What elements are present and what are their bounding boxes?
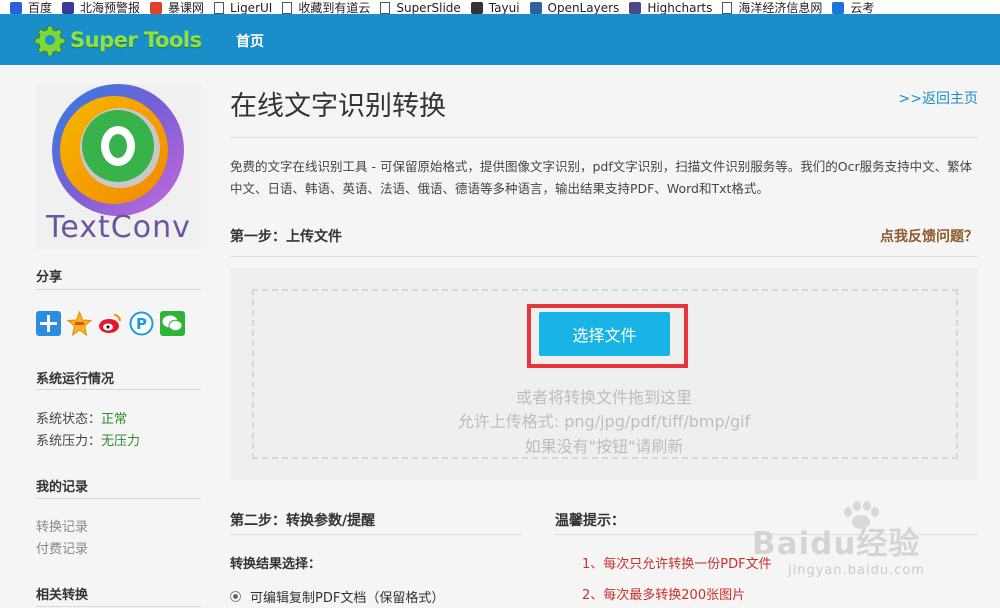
tip-item: 1、每次只允许转换一份PDF文件 — [582, 557, 772, 572]
status-title: 系统运行情况 — [36, 372, 115, 387]
site-header: Super Tools 首页 — [0, 14, 1000, 65]
bookmark-label: SuperSlide — [396, 1, 461, 14]
divider — [36, 289, 201, 290]
radio-selected[interactable] — [230, 591, 241, 602]
page-title: 在线文字识别转换 — [230, 91, 446, 122]
step2-title: 第二步：转换参数/提醒 — [230, 513, 376, 529]
bookmark-item[interactable]: 收藏到有道云 — [282, 0, 370, 14]
bookmark-item[interactable]: Tayui — [470, 0, 520, 14]
bookmark-label: Tayui — [488, 1, 520, 14]
chart-icon — [629, 2, 642, 14]
bookmark-label: Highcharts — [647, 1, 713, 14]
bookmark-item[interactable]: OpenLayers — [529, 0, 620, 14]
option-label: 可编辑复制PDF文档（保留格式） — [250, 591, 445, 606]
drag-hint: 或者将转换文件拖到这里 — [515, 388, 692, 407]
wechat-icon[interactable] — [160, 311, 185, 336]
system-load: 系统压力：无压力 — [36, 430, 140, 449]
format-hint: 允许上传格式: png/jpg/pdf/tiff/bmp/gif — [457, 412, 751, 431]
divider — [36, 498, 201, 499]
back-home-link[interactable]: >>返回主页 — [899, 88, 978, 108]
page-icon — [282, 2, 293, 14]
flame-icon — [150, 2, 163, 14]
divider — [230, 256, 978, 257]
bookmark-label: 暴课网 — [168, 1, 205, 14]
upload-dropzone[interactable]: 选择文件 或者将转换文件拖到这里 允许上传格式: png/jpg/pdf/tif… — [230, 268, 978, 480]
load-label: 系统压力： — [36, 434, 102, 449]
bookmark-item[interactable]: LigerUI — [214, 0, 272, 14]
status-label: 系统状态： — [36, 412, 102, 427]
result-select-label: 转换结果选择： — [230, 557, 322, 572]
page-icon — [214, 2, 225, 14]
star-icon[interactable] — [67, 311, 92, 336]
bookmark-item[interactable]: 北海预警报 — [62, 0, 140, 14]
watermark-url: jingyan.baidu.com — [788, 563, 925, 578]
bookmark-label: 海洋经济信息网 — [738, 1, 823, 14]
bookmark-item[interactable]: 云考 — [832, 0, 874, 14]
related-title: 相关转换 — [36, 588, 89, 603]
site-logo[interactable]: Super Tools — [34, 24, 202, 56]
bookmark-item[interactable]: 暴课网 — [150, 0, 204, 14]
load-value: 无压力 — [101, 434, 141, 449]
layers-icon — [529, 2, 542, 14]
feedback-link[interactable]: 点我反馈问题？ — [880, 226, 978, 246]
paw-icon — [10, 2, 22, 14]
weibo-icon[interactable] — [98, 311, 123, 336]
app-logo: TextConv — [36, 84, 201, 249]
page-icon — [380, 2, 391, 14]
share-icons: P — [36, 311, 191, 336]
records-title: 我的记录 — [36, 480, 89, 495]
step1-title: 第一步：上传文件 — [230, 229, 342, 245]
share-title: 分享 — [36, 270, 63, 285]
divider — [230, 534, 522, 535]
app-icon — [470, 2, 483, 14]
divider — [36, 389, 201, 390]
shield-icon — [62, 2, 75, 14]
svg-text:P: P — [136, 315, 147, 333]
e-icon — [832, 2, 845, 14]
bookmark-label: 云考 — [850, 1, 875, 14]
status-value: 正常 — [101, 412, 128, 427]
bookmark-label: 收藏到有道云 — [298, 1, 371, 14]
bookmark-label: LigerUI — [230, 1, 273, 14]
baidu-watermark: Baidu经验 jingyan.baidu.com — [752, 500, 982, 608]
divider — [36, 606, 201, 607]
bookmark-label: OpenLayers — [547, 1, 620, 14]
bookmark-item[interactable]: SuperSlide — [380, 0, 461, 14]
choose-file-button[interactable]: 选择文件 — [539, 312, 670, 356]
system-status: 系统状态：正常 — [36, 408, 127, 427]
payment-records-link[interactable]: 付费记录 — [36, 538, 88, 557]
bookmark-item[interactable]: 海洋经济信息网 — [722, 0, 822, 14]
page-icon — [722, 2, 733, 14]
bookmark-label: 北海预警报 — [80, 1, 141, 14]
p-icon[interactable]: P — [129, 311, 154, 336]
watermark-text: Baidu经验 — [752, 526, 921, 562]
option-editable-pdf[interactable]: 可编辑复制PDF文档（保留格式） — [230, 587, 444, 606]
conversion-records-link[interactable]: 转换记录 — [36, 516, 88, 535]
divider — [230, 137, 978, 138]
tip-item: 2、每次最多转换200张图片 — [582, 588, 746, 603]
bookmarks-bar: 百度 北海预警报 暴课网 LigerUI 收藏到有道云 SuperSlide Tayui Op… — [0, 0, 1000, 14]
intro-text: 免费的文字在线识别工具 - 可保留原始格式，提供图像文字识别，pdf文字识别，扫… — [230, 159, 973, 196]
bookmark-label: 百度 — [28, 1, 53, 14]
bookmark-item[interactable]: Highcharts — [629, 0, 712, 14]
app-logo-text: TextConv — [46, 210, 191, 245]
gear-icon — [34, 25, 66, 56]
bookmark-item[interactable]: 百度 — [10, 0, 52, 14]
nav-home-link[interactable]: 首页 — [236, 31, 264, 51]
sidebar: TextConv 分享 P 系统运行情况 系统状态：正常 系统压力：无压力 我的… — [36, 84, 201, 607]
logo-text: Super Tools — [70, 28, 202, 52]
tips-title: 温馨提示： — [555, 513, 625, 529]
refresh-hint: 如果没有"按钮"请刷新 — [524, 437, 684, 456]
plus-icon[interactable] — [36, 311, 61, 336]
